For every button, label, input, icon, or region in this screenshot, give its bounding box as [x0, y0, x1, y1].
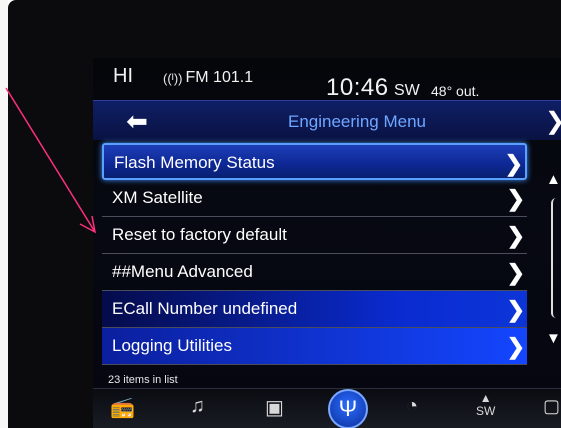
- chevron-right-icon: ❯: [506, 186, 525, 211]
- chevron-right-icon: ❯: [506, 334, 525, 359]
- controls-icon[interactable]: ▣: [265, 395, 284, 420]
- radio-station[interactable]: ((ᴵ)) FM 101.1: [163, 69, 253, 87]
- list-item-label: Logging Utilities: [112, 336, 233, 355]
- list-item-label: ##Menu Advanced: [112, 262, 253, 281]
- radio-icon[interactable]: 📻: [110, 395, 135, 420]
- chevron-right-icon: ❯: [504, 151, 523, 176]
- list-item-logging-utilities[interactable]: Logging Utilities ❯: [102, 328, 527, 365]
- chevron-right-icon: ❯: [506, 223, 525, 248]
- page-title: Engineering Menu: [288, 112, 426, 131]
- triangle-up-icon[interactable]: ▲: [546, 171, 561, 188]
- antenna-icon: ((ᴵ)): [163, 70, 183, 86]
- compass-direction: SW: [394, 82, 420, 99]
- list-item-label: XM Satellite: [112, 188, 203, 207]
- status-bar: HI ((ᴵ)) FM 101.1 10:46 SW 48° out.: [93, 58, 561, 101]
- list-item-reset-factory-default[interactable]: Reset to factory default ❯: [102, 217, 527, 254]
- list-item-ecall-number[interactable]: ECall Number undefined ❯: [102, 291, 527, 328]
- list-count: 23 items in list: [108, 374, 178, 386]
- list-item-label: Reset to factory default: [112, 225, 287, 244]
- triangle-down-icon[interactable]: ▼: [546, 330, 561, 347]
- triangle-up-icon: ▲: [479, 391, 492, 405]
- bottom-bar: 📻 ♫ ▣ Ψ ◔ ▲ SW ▢: [93, 388, 561, 428]
- scrollbar[interactable]: [551, 198, 561, 318]
- back-arrow-icon: ⬅: [126, 105, 148, 136]
- source-label[interactable]: HI: [113, 65, 133, 88]
- infotainment-screen: HI ((ᴵ)) FM 101.1 10:46 SW 48° out. ⬅ En…: [93, 58, 561, 428]
- list-item-label: Flash Memory Status: [114, 153, 275, 172]
- compass-button[interactable]: ▲ SW: [476, 392, 495, 418]
- list-item-flash-memory-status[interactable]: Flash Memory Status ❯: [102, 143, 527, 180]
- chevron-right-icon: ❯: [506, 297, 525, 322]
- list-item-xm-satellite[interactable]: XM Satellite ❯: [102, 180, 527, 217]
- list-item-menu-advanced[interactable]: ##Menu Advanced ❯: [102, 254, 527, 291]
- photo-edge: [0, 0, 8, 428]
- media-icon[interactable]: ♫: [190, 395, 205, 418]
- trident-logo-icon[interactable]: Ψ: [328, 389, 368, 428]
- chevron-right-icon: ❯: [506, 260, 525, 285]
- list-item-label: ECall Number undefined: [112, 299, 298, 318]
- chevron-right-icon[interactable]: ❯: [545, 107, 561, 136]
- menu-list: Flash Memory Status ❯ XM Satellite ❯ Res…: [102, 143, 527, 365]
- outside-temperature: 48° out.: [431, 83, 480, 99]
- more-icon[interactable]: ▢: [543, 396, 560, 417]
- compass-label: SW: [476, 404, 496, 418]
- radio-station-label: FM 101.1: [185, 69, 254, 86]
- climate-icon[interactable]: ◔: [406, 395, 418, 418]
- clock: 10:46: [326, 74, 389, 101]
- back-button[interactable]: ⬅: [101, 106, 173, 136]
- menu-header: ⬅ Engineering Menu ❯: [93, 100, 561, 140]
